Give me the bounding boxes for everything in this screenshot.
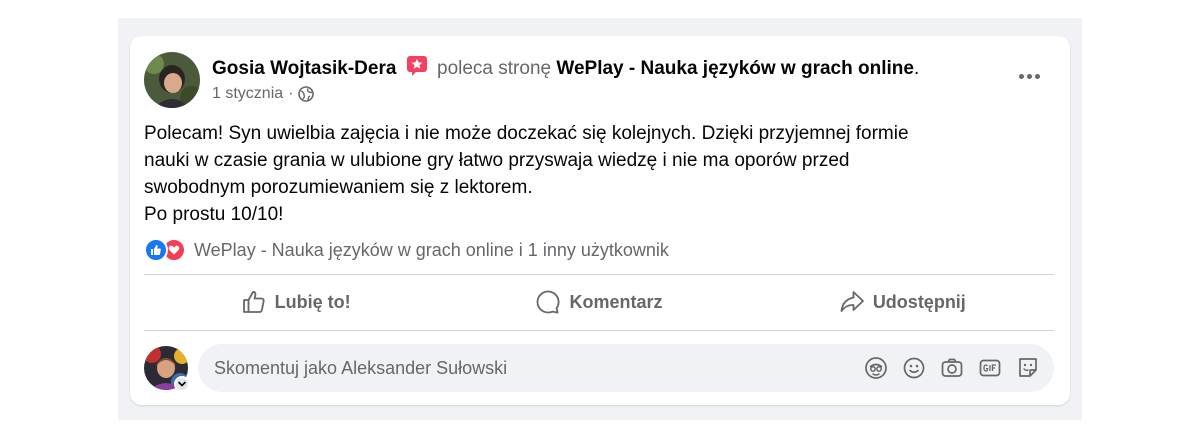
comment-input[interactable] (214, 344, 814, 392)
post-header: Gosia Wojtasik-Dera poleca stronę WePlay… (212, 55, 919, 81)
post-text-line: Polecam! Syn uwielbia zajęcia i nie może… (144, 123, 909, 144)
comment-composer (144, 344, 1054, 394)
more-dot (1018, 73, 1024, 79)
post-text-line: Po prostu 10/10! (144, 204, 284, 225)
author-avatar[interactable] (144, 52, 200, 108)
more-options-icon[interactable] (1014, 66, 1044, 86)
author-name[interactable]: Gosia Wojtasik-Dera (212, 58, 396, 79)
header-period: . (913, 58, 920, 79)
more-dot (1034, 73, 1040, 79)
comment-box[interactable] (198, 344, 1054, 392)
post-actions: Lubię to! Komentarz Udostępnij (144, 276, 1054, 328)
avatar-sticker-icon[interactable] (864, 356, 888, 380)
camera-icon[interactable] (940, 356, 964, 380)
reaction-summary-text[interactable]: WePlay - Nauka języków w grach online i … (194, 240, 669, 261)
recommend-verb: poleca stronę (437, 58, 552, 79)
comment-button-label: Komentarz (569, 291, 663, 312)
globe-icon[interactable] (298, 86, 315, 102)
post-text-line: swobodnym porozumiewaniem się z lektorem… (144, 177, 533, 198)
share-button-label: Udostępnij (872, 291, 966, 312)
comment-icon (537, 290, 560, 314)
emoji-icon[interactable] (902, 356, 926, 380)
thumbs-up-icon (242, 291, 265, 313)
post-text-line: nauki w czasie grania w ulubione gry łat… (144, 150, 850, 171)
comment-button[interactable]: Komentarz (447, 276, 750, 328)
sticker-icon[interactable] (1016, 356, 1040, 380)
like-button[interactable]: Lubię to! (144, 276, 447, 328)
post-date[interactable]: 1 stycznia (212, 84, 283, 104)
gif-icon[interactable] (978, 356, 1002, 380)
post-card: Gosia Wojtasik-Dera poleca stronę WePlay… (130, 36, 1070, 405)
post-text: Polecam! Syn uwielbia zajęcia i nie może… (144, 120, 1044, 228)
like-button-label: Lubię to! (274, 291, 351, 312)
share-button[interactable]: Udostępnij (751, 276, 1054, 328)
share-icon (840, 291, 864, 312)
recommended-page-link[interactable]: WePlay - Nauka języków w grach online (556, 58, 914, 79)
reactions-summary[interactable]: WePlay - Nauka języków w grach online i … (144, 238, 669, 262)
divider (144, 330, 1054, 331)
like-reaction-icon (144, 238, 168, 262)
meta-separator: · (288, 85, 294, 102)
recommend-badge-icon (406, 55, 428, 77)
more-dot (1026, 73, 1032, 79)
chevron-down-icon[interactable] (174, 376, 190, 392)
comment-tools (864, 356, 1040, 380)
divider (144, 274, 1054, 275)
post-meta: 1 stycznia · (212, 84, 315, 104)
